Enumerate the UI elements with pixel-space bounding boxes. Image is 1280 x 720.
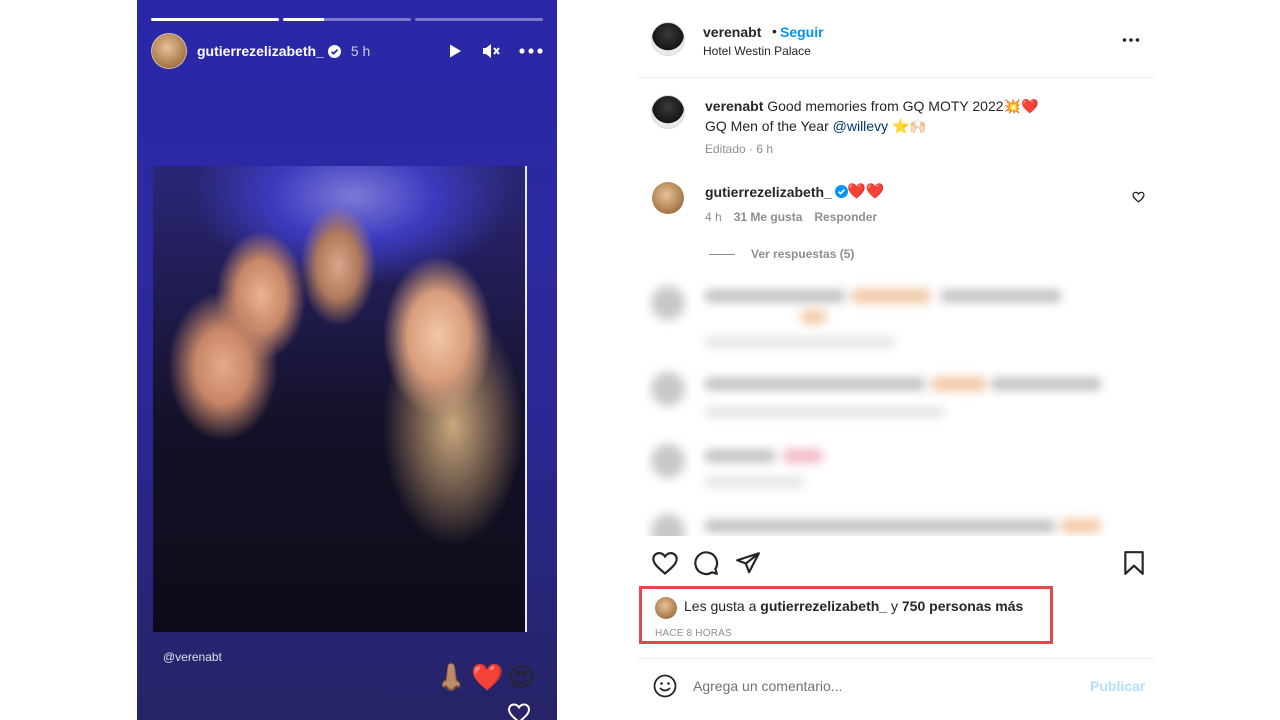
- progress-segment: [151, 18, 279, 21]
- blurred-line: [941, 290, 1061, 302]
- story-mention[interactable]: @verenabt: [163, 650, 222, 664]
- comment-icon[interactable]: [693, 550, 719, 576]
- caption-mention-link[interactable]: @willevy: [833, 118, 888, 134]
- save-icon[interactable]: [1123, 550, 1145, 576]
- heart-emoji: ❤️: [471, 662, 504, 692]
- more-icon[interactable]: [519, 48, 543, 54]
- caption-line-1: Good memories from GQ MOTY 2022💥❤️: [767, 98, 1039, 114]
- blurred-line: [705, 290, 845, 302]
- likes-avatar: [655, 597, 677, 619]
- post-actions: [637, 548, 1154, 580]
- comment-username[interactable]: gutierrezelizabeth_: [705, 184, 832, 200]
- blurred-line: [991, 378, 1101, 390]
- blurred-meta: [705, 408, 945, 416]
- story-viewer: gutierrezelizabeth_ 5 h @verenabt 👃🏽 ❤️ …: [137, 0, 557, 720]
- view-replies-button[interactable]: Ver respuestas (5): [709, 247, 854, 261]
- add-comment-bar: Publicar: [637, 666, 1154, 706]
- more-options-icon[interactable]: [1122, 37, 1140, 43]
- story-username[interactable]: gutierrezelizabeth_: [197, 43, 324, 59]
- comment-likes[interactable]: 31 Me gusta: [734, 210, 803, 224]
- progress-segment: [415, 18, 543, 21]
- list-item: [651, 372, 1141, 432]
- caption-line-2-emojis: ⭐🙌🏻: [891, 118, 927, 134]
- blurred-avatar: [651, 286, 685, 320]
- like-icon[interactable]: [651, 550, 679, 576]
- replies-line: [709, 253, 735, 255]
- list-item: [651, 514, 1141, 536]
- progress-segment: [283, 18, 411, 21]
- likes-middle: y: [891, 598, 898, 614]
- caption-meta: Editado · 6 h: [705, 142, 774, 156]
- reply-button[interactable]: Responder: [814, 210, 877, 224]
- blurred-comments-content: [637, 268, 1154, 536]
- blurred-emoji: [931, 377, 986, 391]
- comment-input[interactable]: [693, 674, 1053, 698]
- progress-fill: [151, 18, 279, 21]
- likes-user[interactable]: gutierrezelizabeth_: [760, 598, 887, 614]
- likes-text: Les gusta a gutierrezelizabeth_ y 750 pe…: [684, 598, 1023, 614]
- blurred-line: [705, 520, 1055, 532]
- likes-summary: Les gusta a gutierrezelizabeth_ y 750 pe…: [639, 586, 1053, 644]
- mute-icon[interactable]: [481, 42, 501, 60]
- likes-prefix: Les gusta a: [684, 598, 757, 614]
- comment-avatar[interactable]: [652, 182, 684, 214]
- blurred-meta: [705, 478, 805, 486]
- post-header: verenabt • Seguir Hotel Westin Palace: [637, 15, 1154, 67]
- story-progress: [151, 18, 543, 21]
- story-photo: [153, 166, 527, 632]
- caption-username[interactable]: verenabt: [705, 98, 763, 114]
- heart-eyes-emoji: 😍: [507, 662, 535, 692]
- separator-dot: •: [772, 23, 777, 39]
- emoji-icon[interactable]: [653, 674, 677, 698]
- post-timestamp: HACE 8 HORAS: [655, 628, 732, 639]
- header-divider: [637, 77, 1154, 78]
- comment-like-icon[interactable]: [1132, 191, 1145, 203]
- post-panel: verenabt • Seguir Hotel Westin Palace ve…: [637, 0, 1154, 720]
- comment-time: 4 h: [705, 210, 722, 224]
- likes-others[interactable]: 750 personas más: [902, 598, 1023, 614]
- progress-fill: [283, 18, 324, 21]
- blurred-emoji: [801, 310, 826, 324]
- share-icon[interactable]: [735, 550, 761, 576]
- list-item: [651, 286, 1141, 346]
- heart-icon[interactable]: [507, 702, 531, 720]
- blurred-meta: [705, 338, 895, 346]
- blurred-comments: [637, 268, 1154, 536]
- post-author-avatar[interactable]: [651, 22, 685, 56]
- publish-button[interactable]: Publicar: [1090, 678, 1145, 694]
- story-controls: [447, 42, 543, 60]
- blurred-avatar: [651, 444, 685, 478]
- story-time: 5 h: [350, 43, 371, 59]
- post-location[interactable]: Hotel Westin Palace: [703, 44, 811, 58]
- list-item: [651, 444, 1141, 504]
- follow-button[interactable]: Seguir: [780, 24, 824, 40]
- comment-text: ❤️❤️: [847, 183, 885, 200]
- view-replies-label: Ver respuestas (5): [751, 247, 855, 261]
- blurred-emoji: [783, 449, 823, 463]
- blurred-line: [705, 378, 925, 390]
- story-emoji-reactions: 👃🏽 ❤️ 😍: [435, 662, 535, 692]
- verified-icon: [327, 44, 341, 58]
- blurred-emoji: [1061, 519, 1101, 533]
- comment-meta: 4 h 31 Me gusta Responder: [705, 210, 877, 224]
- story-avatar[interactable]: [151, 33, 187, 69]
- caption-line-2: GQ Men of the Year: [705, 118, 829, 134]
- caption-text: verenabt Good memories from GQ MOTY 2022…: [705, 96, 1125, 136]
- comment-divider: [637, 658, 1154, 659]
- play-icon[interactable]: [447, 43, 463, 59]
- blurred-emoji: [851, 289, 931, 303]
- blurred-avatar: [651, 372, 685, 406]
- caption-avatar[interactable]: [651, 95, 685, 129]
- nose-emoji: 👃🏽: [435, 662, 468, 692]
- story-header: gutierrezelizabeth_ 5 h: [151, 33, 543, 69]
- post-author-username[interactable]: verenabt: [703, 24, 761, 40]
- blurred-line: [705, 450, 775, 462]
- blurred-avatar: [651, 514, 685, 536]
